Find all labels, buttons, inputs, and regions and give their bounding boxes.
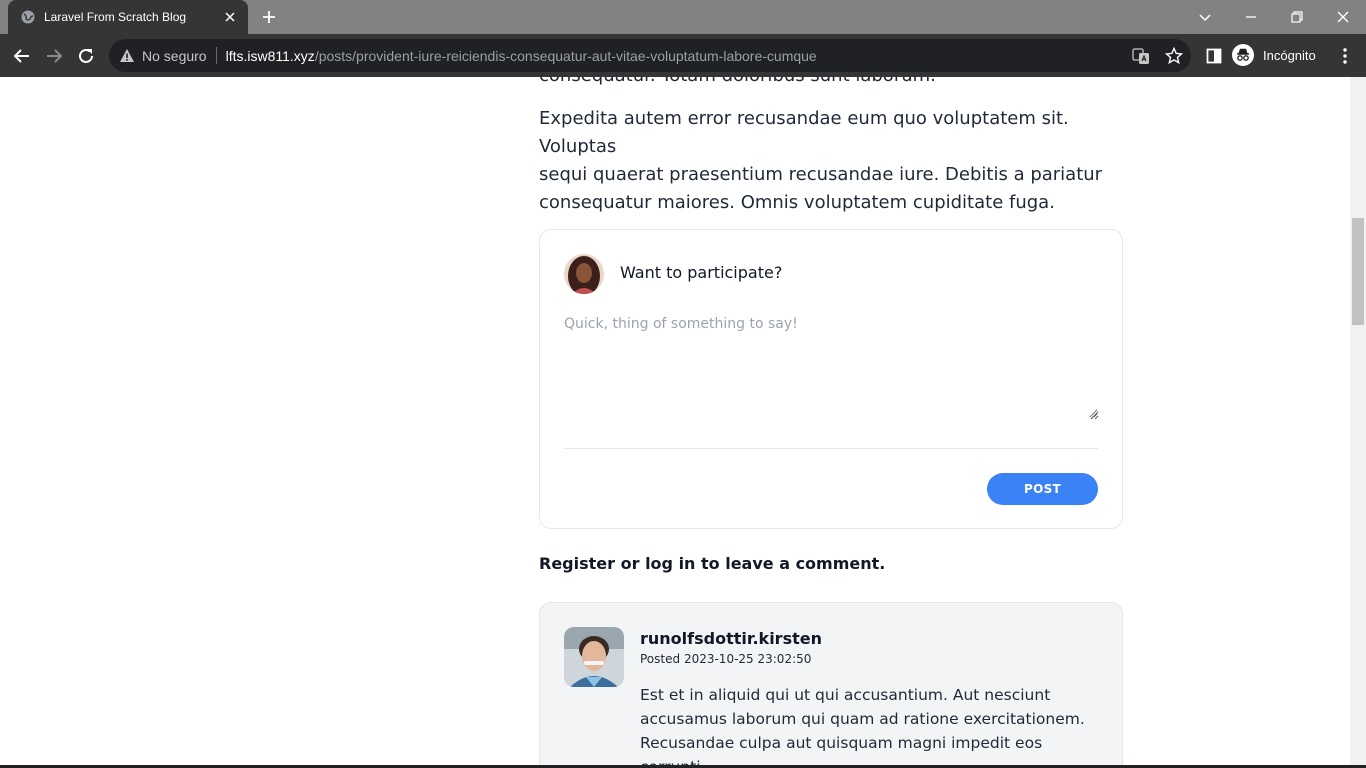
comment-body: Est et in aliquid qui ut qui accusantium… bbox=[640, 683, 1110, 768]
security-label[interactable]: No seguro bbox=[142, 48, 207, 64]
article-partial-line: consequatur. Totam doloribus sunt laboru… bbox=[539, 77, 1123, 90]
post-button[interactable]: POST bbox=[987, 473, 1098, 505]
tab-search-chevron-icon[interactable] bbox=[1194, 6, 1216, 28]
back-icon[interactable] bbox=[10, 44, 34, 68]
auth-prompt: Register or log in to leave a comment. bbox=[539, 554, 885, 573]
page-content: consequatur. Totam doloribus sunt laboru… bbox=[0, 77, 1350, 768]
incognito-profile[interactable]: Incógnito bbox=[1232, 41, 1316, 69]
comment-form-heading: Want to participate? bbox=[620, 263, 783, 282]
globe-icon bbox=[21, 10, 35, 24]
comment-textarea[interactable] bbox=[564, 316, 1098, 418]
comment-body-line: Recusandae culpa aut quisquam magni impe… bbox=[640, 734, 1043, 768]
comment-body-line: accusamus laborum qui quam ad ratione ex… bbox=[640, 710, 1085, 728]
comment-author: runolfsdottir.kirsten bbox=[640, 629, 822, 648]
auth-prompt-or: or bbox=[615, 554, 646, 573]
side-panel-icon[interactable] bbox=[1202, 44, 1226, 68]
bookmark-star-icon[interactable] bbox=[1164, 46, 1184, 66]
restore-icon[interactable] bbox=[1286, 6, 1308, 28]
warning-icon[interactable] bbox=[119, 48, 135, 64]
tab-strip: Laravel From Scratch Blog bbox=[0, 0, 1366, 34]
article-line: consequatur maiores. Omnis voluptatem cu… bbox=[539, 192, 1055, 213]
article-line: Expedita autem error recusandae eum quo … bbox=[539, 108, 1069, 157]
address-bar[interactable]: No seguro lfts.isw811.xyz/posts/providen… bbox=[109, 39, 1191, 72]
translate-icon[interactable] bbox=[1131, 46, 1151, 66]
browser-tab[interactable]: Laravel From Scratch Blog bbox=[8, 0, 248, 34]
close-tab-icon[interactable] bbox=[222, 9, 238, 25]
scrollbar-thumb[interactable] bbox=[1352, 218, 1364, 325]
new-tab-icon[interactable] bbox=[260, 8, 278, 26]
close-window-icon[interactable] bbox=[1332, 6, 1354, 28]
browser-toolbar: No seguro lfts.isw811.xyz/posts/providen… bbox=[0, 34, 1366, 77]
comment-card: runolfsdottir.kirsten Posted 2023-10-25 … bbox=[539, 602, 1123, 768]
tab-title: Laravel From Scratch Blog bbox=[44, 10, 187, 24]
article-paragraph: Expedita autem error recusandae eum quo … bbox=[539, 105, 1123, 217]
article-line: sequi quaerat praesentium recusandae iur… bbox=[539, 164, 1103, 185]
resize-handle-icon[interactable] bbox=[1089, 407, 1099, 420]
comment-timestamp: 2023-10-25 23:02:50 bbox=[683, 652, 812, 666]
posted-label: Posted bbox=[640, 652, 681, 666]
reload-icon[interactable] bbox=[74, 44, 98, 68]
auth-prompt-suffix: to leave a comment. bbox=[695, 554, 886, 573]
menu-kebab-icon[interactable] bbox=[1333, 44, 1357, 68]
page-scrollbar[interactable] bbox=[1350, 77, 1366, 768]
login-link[interactable]: log in bbox=[645, 554, 695, 573]
comment-meta: Posted 2023-10-25 23:02:50 bbox=[640, 652, 811, 666]
profile-label: Incógnito bbox=[1263, 47, 1316, 63]
commenter-avatar bbox=[564, 627, 624, 687]
comment-form-divider bbox=[564, 448, 1098, 449]
forward-icon[interactable] bbox=[42, 44, 66, 68]
comment-body-line: Est et in aliquid qui ut qui accusantium… bbox=[640, 686, 1051, 704]
incognito-icon bbox=[1232, 44, 1254, 66]
address-divider bbox=[215, 47, 217, 64]
url-host: lfts.isw811.xyz bbox=[225, 47, 315, 64]
url-path: /posts/provident-iure-reiciendis-consequ… bbox=[314, 47, 817, 64]
url-text[interactable]: lfts.isw811.xyz/posts/provident-iure-rei… bbox=[226, 48, 817, 64]
register-link[interactable]: Register bbox=[539, 554, 615, 573]
user-avatar bbox=[564, 254, 604, 294]
comment-form: Want to participate? POST bbox=[539, 229, 1123, 529]
minimize-icon[interactable] bbox=[1240, 6, 1262, 28]
